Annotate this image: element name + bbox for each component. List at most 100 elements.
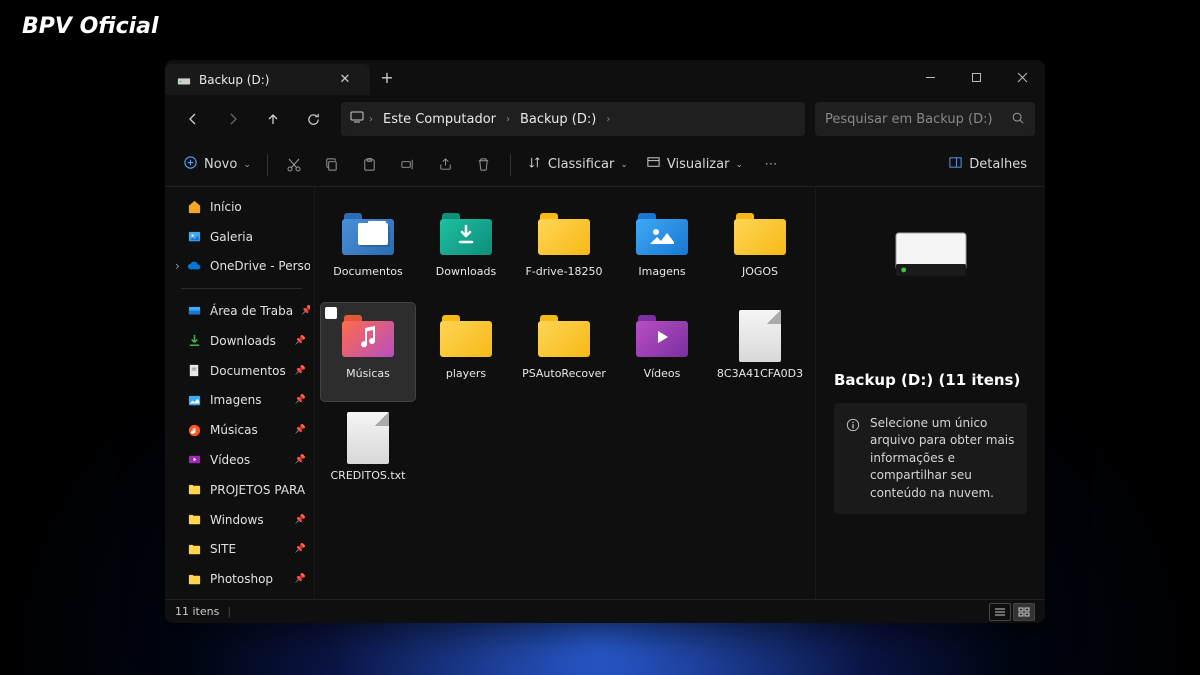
more-button[interactable]: ⋯ xyxy=(753,149,789,181)
paste-button[interactable] xyxy=(352,149,388,181)
pc-icon xyxy=(349,109,365,129)
content-area[interactable]: Documentos Downloads F-drive-18250 Imagens J… xyxy=(315,187,815,599)
separator xyxy=(510,154,511,176)
forward-button[interactable] xyxy=(215,102,251,136)
folder-icon xyxy=(187,482,202,497)
item-downloads[interactable]: Downloads xyxy=(419,201,513,299)
image-icon xyxy=(187,393,202,408)
sort-icon xyxy=(527,155,542,174)
music-icon xyxy=(187,423,202,438)
item-jogos[interactable]: JOGOS xyxy=(713,201,807,299)
item-creditos-txt[interactable]: CREDITOS.txt xyxy=(321,405,415,503)
breadcrumb-bar[interactable]: › Este Computador › Backup (D:) › xyxy=(341,102,805,136)
search-bar[interactable] xyxy=(815,102,1035,136)
rename-button[interactable] xyxy=(390,149,426,181)
folder-icon xyxy=(187,572,202,587)
sidebar-item-músicas[interactable]: Músicas 📌 xyxy=(173,416,310,444)
item-thumb xyxy=(633,209,691,259)
plus-circle-icon xyxy=(183,155,198,174)
minimize-button[interactable] xyxy=(907,60,953,95)
item-m-sicas[interactable]: Músicas xyxy=(321,303,415,401)
sidebar-item-site[interactable]: SITE📌 xyxy=(173,535,310,563)
pin-icon: 📌 xyxy=(295,515,306,525)
sidebar-item-label: Músicas xyxy=(210,423,258,437)
icon-view-button[interactable] xyxy=(1013,603,1035,621)
explorer-window: Backup (D:) ✕ + › Este Computador › Back… xyxy=(165,60,1045,623)
drive-image xyxy=(892,227,970,281)
checkbox[interactable] xyxy=(325,307,337,319)
sidebar-item-área-de-traba[interactable]: Área de Traba📌 xyxy=(173,297,310,325)
sidebar-item-home[interactable]: Início xyxy=(173,193,310,221)
copy-button[interactable] xyxy=(314,149,350,181)
new-button[interactable]: Novo ⌄ xyxy=(175,149,259,181)
pin-icon: 📌 xyxy=(295,425,306,435)
tab-backup[interactable]: Backup (D:) ✕ xyxy=(165,64,370,95)
search-input[interactable] xyxy=(825,112,1003,127)
item-thumb xyxy=(437,311,495,361)
item-label: Downloads xyxy=(436,265,496,279)
item-f-drive-18250[interactable]: F-drive-18250 xyxy=(517,201,611,299)
new-tab-button[interactable]: + xyxy=(370,60,404,95)
item-players[interactable]: players xyxy=(419,303,513,401)
pin-icon: 📌 xyxy=(295,574,306,584)
item-label: JOGOS xyxy=(742,265,778,279)
view-button[interactable]: Visualizar ⌄ xyxy=(638,149,751,181)
sidebar-item-projetos-para[interactable]: PROJETOS PARA📌 xyxy=(173,476,310,504)
up-button[interactable] xyxy=(255,102,291,136)
pin-icon: 📌 xyxy=(295,336,306,346)
refresh-button[interactable] xyxy=(295,102,331,136)
navbar: › Este Computador › Backup (D:) › xyxy=(165,95,1045,143)
search-icon xyxy=(1011,110,1025,129)
maximize-button[interactable] xyxy=(953,60,999,95)
pin-icon: 📌 xyxy=(301,306,310,316)
close-button[interactable] xyxy=(999,60,1045,95)
item-label: Vídeos xyxy=(644,367,681,381)
sidebar-item-gallery[interactable]: Galeria xyxy=(173,223,310,251)
item-thumb xyxy=(535,209,593,259)
sidebar-divider xyxy=(181,288,302,289)
breadcrumb-item[interactable]: Este Computador xyxy=(377,108,502,131)
statusbar: 11 itens | xyxy=(165,599,1045,623)
sidebar-item-label: PROJETOS PARA xyxy=(210,483,305,497)
drive-icon xyxy=(177,73,191,87)
item-imagens[interactable]: Imagens xyxy=(615,201,709,299)
details-pane-button[interactable]: Detalhes xyxy=(940,149,1035,181)
sidebar-item-label: Windows xyxy=(210,513,264,527)
separator xyxy=(267,154,268,176)
list-view-button[interactable] xyxy=(989,603,1011,621)
back-button[interactable] xyxy=(175,102,211,136)
details-info-box: Selecione um único arquivo para obter ma… xyxy=(834,403,1027,514)
sidebar-item-label: Imagens xyxy=(210,393,261,407)
sort-button[interactable]: Classificar ⌄ xyxy=(519,149,636,181)
sidebar-item-documentos[interactable]: Documentos📌 xyxy=(173,357,310,385)
sidebar[interactable]: InícioGaleria OneDrive - Perso Área de Tra… xyxy=(165,187,315,599)
sidebar-item-label: Documentos xyxy=(210,364,286,378)
share-button[interactable] xyxy=(428,149,464,181)
cut-button[interactable] xyxy=(276,149,312,181)
details-title: Backup (D:) (11 itens) xyxy=(834,371,1020,389)
tab-close-button[interactable]: ✕ xyxy=(332,67,358,93)
item-label: Imagens xyxy=(638,265,685,279)
sidebar-item-windows[interactable]: Windows 📌 xyxy=(173,506,310,534)
sidebar-item-label: OneDrive - Perso xyxy=(210,259,310,273)
breadcrumb-item[interactable]: Backup (D:) xyxy=(514,108,602,131)
item-psautorecover[interactable]: PSAutoRecover xyxy=(517,303,611,401)
video-icon xyxy=(187,452,202,467)
item-thumb xyxy=(731,209,789,259)
delete-button[interactable] xyxy=(466,149,502,181)
item-v-deos[interactable]: Vídeos xyxy=(615,303,709,401)
item-documentos[interactable]: Documentos xyxy=(321,201,415,299)
gallery-icon xyxy=(187,229,202,244)
sidebar-item-vídeos[interactable]: Vídeos📌 xyxy=(173,446,310,474)
new-label: Novo xyxy=(204,157,237,172)
sidebar-item-photoshop[interactable]: Photoshop📌 xyxy=(173,565,310,593)
view-label: Visualizar xyxy=(667,157,730,172)
chevron-right-icon: › xyxy=(506,114,510,125)
sidebar-item-onedrive[interactable]: OneDrive - Perso xyxy=(173,253,310,281)
item-8c3a41cfa0d3[interactable]: 8C3A41CFA0D3 xyxy=(713,303,807,401)
sidebar-item-imagens[interactable]: Imagens📌 xyxy=(173,387,310,415)
watermark: BPV Oficial xyxy=(22,14,159,39)
sidebar-item-downloads[interactable]: Downloads📌 xyxy=(173,327,310,355)
folder-icon xyxy=(187,512,202,527)
item-label: Músicas xyxy=(346,367,390,381)
